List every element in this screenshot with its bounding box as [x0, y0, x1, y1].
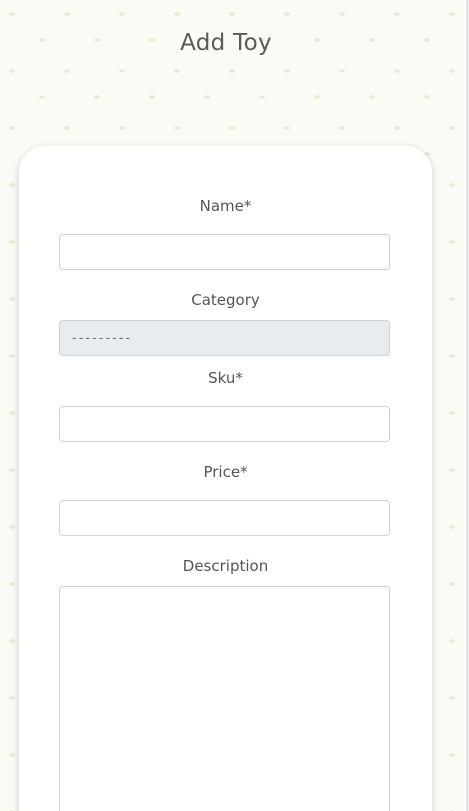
- category-select[interactable]: ---------: [59, 320, 390, 356]
- description-label: Description: [182, 557, 269, 575]
- price-label: Price*: [203, 463, 248, 481]
- description-textarea[interactable]: [59, 586, 390, 811]
- page-title: Add Toy: [180, 30, 272, 56]
- category-label: Category: [191, 291, 260, 309]
- add-toy-form-card: Name* Category --------- Sku* Price* Des…: [19, 146, 432, 811]
- sku-label: Sku*: [208, 369, 243, 387]
- category-selected-value: ---------: [72, 330, 133, 346]
- sku-field[interactable]: [59, 406, 390, 442]
- name-field[interactable]: [59, 234, 390, 270]
- price-field[interactable]: [59, 500, 390, 536]
- name-label: Name*: [199, 197, 252, 215]
